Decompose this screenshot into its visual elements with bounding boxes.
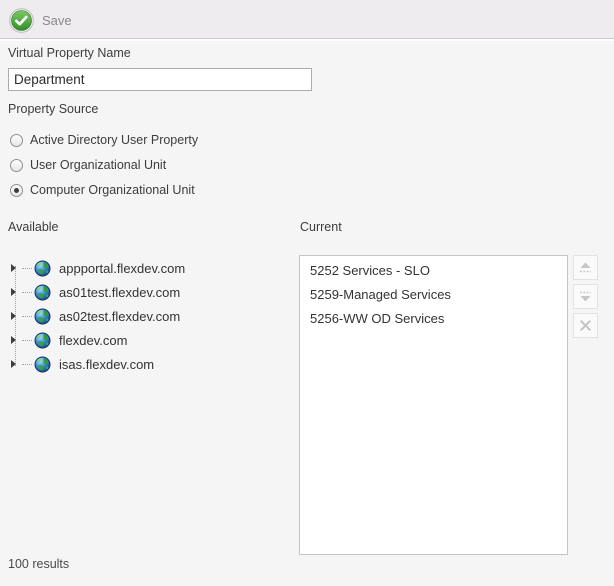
tree-item-label: as01test.flexdev.com [59,285,180,300]
expand-arrow-icon[interactable] [11,287,22,298]
save-button[interactable]: Save [6,6,81,35]
tree-connector [22,364,32,365]
list-item[interactable]: 5256-WW OD Services [300,307,567,331]
tree-connector [22,316,32,317]
results-count: 100 results [8,557,69,571]
virtual-property-name-input[interactable] [8,68,312,91]
tree-item-label: as02test.flexdev.com [59,309,180,324]
virtual-property-editor: Save Virtual Property Name Property Sour… [0,0,614,586]
globe-icon [34,260,51,277]
radio-option-label: User Organizational Unit [30,158,166,172]
tree-item[interactable]: isas.flexdev.com [8,352,290,376]
tree-item-label: flexdev.com [59,333,127,348]
tree-item[interactable]: flexdev.com [8,328,290,352]
arrow-up-icon [578,261,593,274]
globe-icon [34,308,51,325]
save-button-label: Save [42,13,72,28]
globe-icon [34,356,51,373]
radio-option-label: Computer Organizational Unit [30,183,195,197]
toolbar: Save [0,0,614,39]
expand-arrow-icon[interactable] [11,335,22,346]
available-label: Available [8,220,59,234]
tree-connector [22,340,32,341]
tree-item[interactable]: as02test.flexdev.com [8,304,290,328]
current-label: Current [300,220,342,234]
globe-icon [34,332,51,349]
tree-item-label: appportal.flexdev.com [59,261,185,276]
tree-connector [22,292,32,293]
radio-active-directory-user-property[interactable]: Active Directory User Property [10,132,198,148]
globe-icon [34,284,51,301]
radio-button-icon [10,159,23,172]
tree-item[interactable]: as01test.flexdev.com [8,280,290,304]
x-icon [579,319,592,332]
tree-item[interactable]: appportal.flexdev.com [8,256,290,280]
tree-item-label: isas.flexdev.com [59,357,154,372]
save-check-icon [9,8,34,33]
expand-arrow-icon[interactable] [11,263,22,274]
radio-button-icon [10,134,23,147]
move-down-button[interactable] [573,284,598,309]
radio-option-label: Active Directory User Property [30,133,198,147]
expand-arrow-icon[interactable] [11,359,22,370]
radio-computer-organizational-unit[interactable]: Computer Organizational Unit [10,182,195,198]
available-tree: appportal.flexdev.com as01test.flexdev.c… [8,256,290,376]
remove-button[interactable] [573,313,598,338]
list-item[interactable]: 5252 Services - SLO [300,259,567,283]
radio-user-organizational-unit[interactable]: User Organizational Unit [10,157,166,173]
current-list: 5252 Services - SLO 5259-Managed Service… [299,255,568,555]
virtual-property-name-label: Virtual Property Name [8,46,131,60]
arrow-down-icon [578,290,593,303]
expand-arrow-icon[interactable] [11,311,22,322]
tree-connector [22,268,32,269]
list-item[interactable]: 5259-Managed Services [300,283,567,307]
move-up-button[interactable] [573,255,598,280]
radio-button-icon [10,184,23,197]
property-source-label: Property Source [8,102,98,116]
